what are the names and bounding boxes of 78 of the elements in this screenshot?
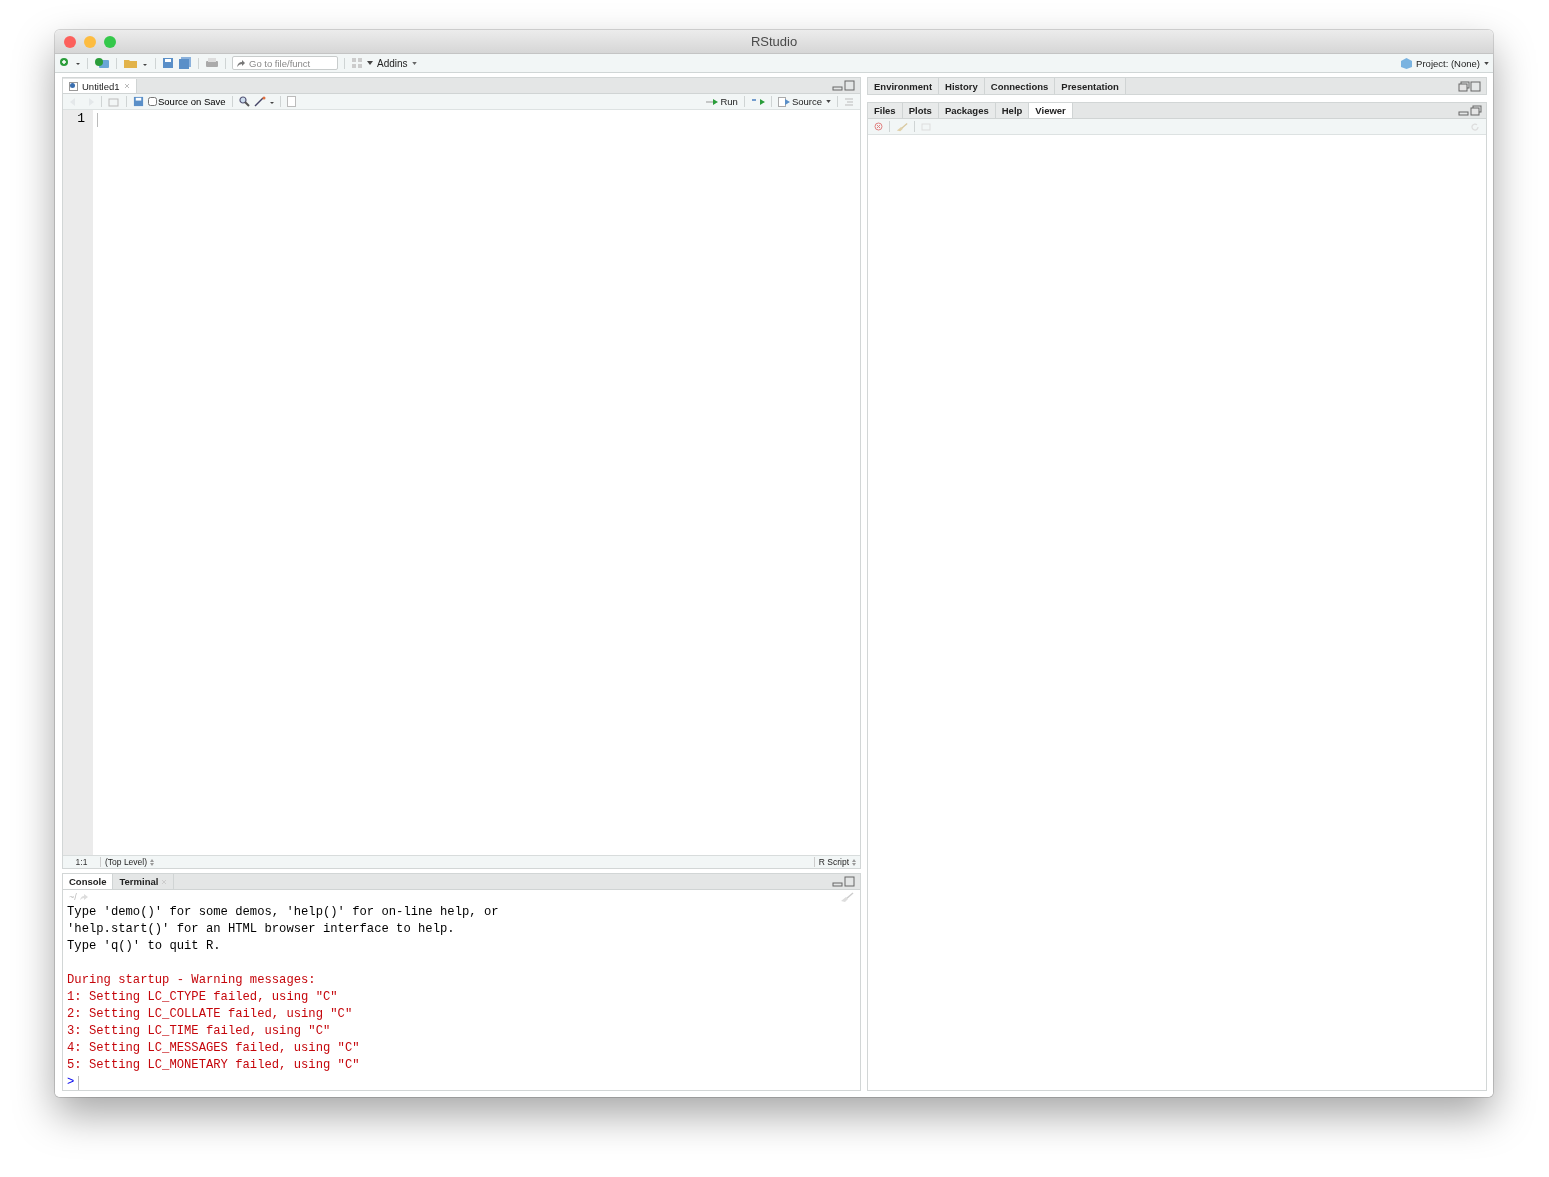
source-button[interactable]: Source (777, 96, 822, 107)
text-cursor (78, 1075, 80, 1090)
console-prompt: > (67, 1074, 75, 1090)
scope-selector[interactable]: (Top Level) (101, 857, 159, 867)
open-folder-icon[interactable] (123, 57, 149, 69)
go-to-file-box[interactable]: Go to file/funct (232, 56, 338, 70)
pane-tab[interactable]: Connections (984, 78, 1056, 94)
editor-tab[interactable]: Untitled1 (63, 79, 137, 93)
pane-size-icon[interactable] (1458, 105, 1482, 116)
pane-tab[interactable]: Presentation (1055, 78, 1126, 94)
close-window-button[interactable] (64, 35, 76, 48)
popout-icon[interactable] (108, 96, 120, 107)
project-menu[interactable]: Project: (None) (1416, 57, 1480, 69)
warning-line: 2: Setting LC_COLLATE failed, using "C" (67, 1006, 354, 1023)
rerun-icon[interactable] (750, 97, 765, 106)
source-arrow-icon (777, 96, 790, 107)
go-to-file-field[interactable]: Go to file/funct (249, 57, 333, 69)
pane-tab[interactable]: Viewer (1029, 103, 1073, 118)
save-icon[interactable] (133, 96, 144, 107)
updown-icon (852, 858, 856, 866)
new-file-icon[interactable] (59, 57, 81, 69)
minimize-window-button[interactable] (84, 35, 96, 48)
pane-size-icon[interactable] (832, 80, 856, 91)
save-all-icon[interactable] (178, 57, 192, 69)
source-on-save-label[interactable]: Source on Save (158, 96, 226, 107)
window-title: RStudio (749, 34, 799, 49)
tab-label: Untitled1 (82, 80, 120, 92)
source-on-save-checkbox[interactable] (148, 97, 157, 106)
warning-line: 3: Setting LC_TIME failed, using "C" (67, 1023, 332, 1040)
grid-icon[interactable] (351, 57, 363, 69)
warning-line: 5: Setting LC_MONETARY failed, using "C" (67, 1057, 361, 1074)
run-arrow-icon (706, 97, 719, 106)
cursor-position: 1:1 (63, 857, 101, 867)
dropdown-caret-icon[interactable] (826, 100, 831, 103)
file-type-selector[interactable]: R Script (813, 857, 860, 867)
warning-line: During startup - Warning messages: (67, 972, 317, 989)
arrow-icon (236, 58, 246, 68)
search-icon[interactable] (238, 96, 250, 107)
pane-tab[interactable]: Plots (902, 103, 939, 118)
warning-line: 4: Setting LC_MESSAGES failed, using "C" (67, 1040, 361, 1057)
run-button[interactable]: Run (706, 96, 738, 107)
new-project-icon[interactable] (94, 57, 110, 69)
pane-tab[interactable]: Help (995, 103, 1030, 118)
broom-icon[interactable] (840, 892, 854, 902)
magic-wand-icon[interactable] (253, 96, 274, 107)
pane-size-icon[interactable] (832, 876, 856, 887)
dropdown-caret-icon[interactable] (411, 61, 417, 65)
document-icon[interactable] (286, 96, 296, 107)
pane-tab[interactable]: History (939, 78, 985, 94)
text-cursor (97, 113, 98, 127)
working-directory: ~/ (69, 892, 77, 902)
print-icon[interactable] (205, 57, 219, 69)
pane-tab[interactable]: Environment (868, 78, 940, 94)
updown-icon (150, 858, 155, 866)
remove-icon[interactable] (874, 122, 883, 131)
tab-label: Console (69, 876, 107, 887)
pane-tab[interactable]: Packages (938, 103, 996, 118)
r-file-icon (69, 81, 78, 91)
go-arrow-icon[interactable] (78, 893, 88, 901)
close-icon[interactable] (123, 83, 130, 89)
dropdown-caret-icon[interactable] (1484, 61, 1489, 65)
broom-icon[interactable] (896, 121, 908, 132)
close-icon[interactable] (161, 878, 168, 885)
pane-tab[interactable]: Files (868, 103, 903, 118)
pane-size-icon[interactable] (1458, 80, 1482, 92)
console-output-line: 'help.start()' for an HTML browser interface to help. (67, 921, 456, 938)
outline-icon[interactable] (844, 97, 854, 106)
project-cube-icon (1401, 57, 1413, 69)
console-tab[interactable]: Console (63, 874, 114, 889)
console-output-line: Type 'demo()' for some demos, 'help()' for on-line help, or (67, 904, 500, 921)
line-number: 1 (76, 110, 86, 126)
addins-menu[interactable]: Addins (377, 57, 408, 69)
zoom-window-button[interactable] (104, 35, 116, 48)
console-output-line: Type 'q()' to quit R. (67, 938, 222, 955)
tab-label: Terminal (119, 876, 159, 887)
save-icon[interactable] (162, 57, 174, 69)
warning-line: 1: Setting LC_CTYPE failed, using "C" (67, 989, 339, 1006)
dropdown-caret-icon[interactable] (367, 61, 373, 65)
